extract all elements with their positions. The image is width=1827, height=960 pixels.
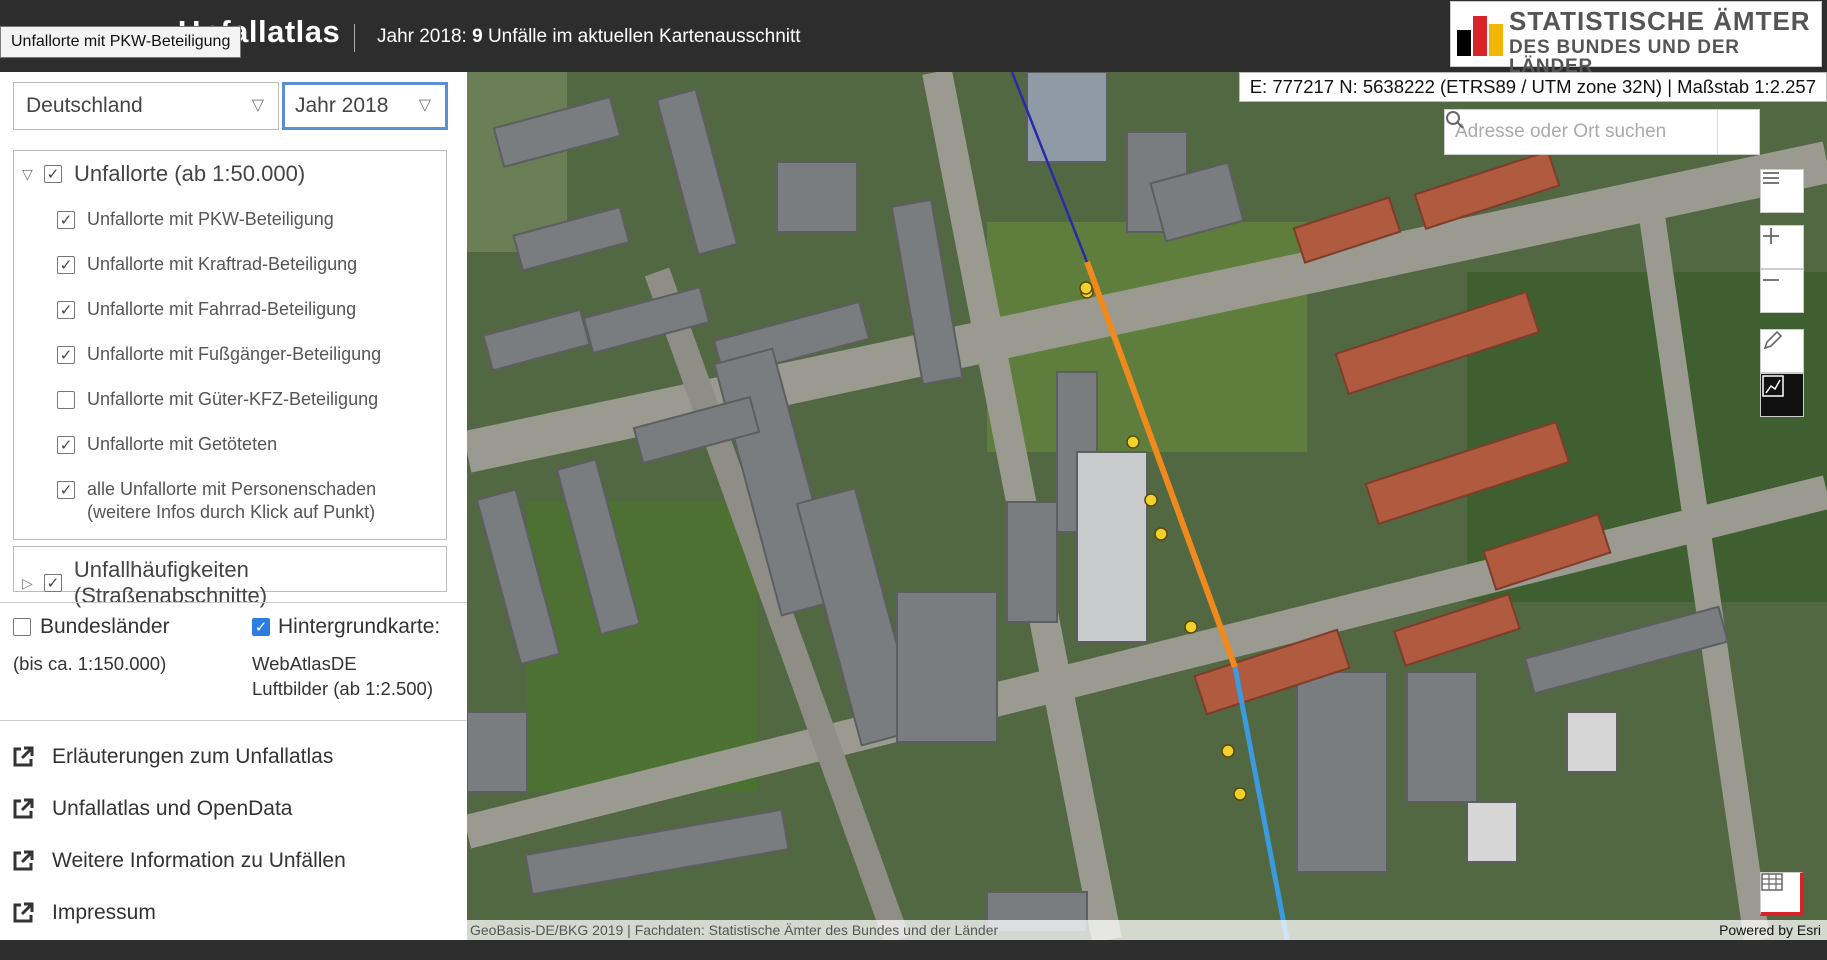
layer-item-sublabel: (weitere Infos durch Klick auf Punkt) <box>87 502 376 522</box>
plus-icon <box>1763 228 1779 244</box>
checkbox[interactable]: ✓ <box>252 618 270 636</box>
basemap-label: Hintergrundkarte: <box>278 615 441 638</box>
layer-group-header[interactable]: ▽ ✓ Unfallorte (ab 1:50.000) <box>22 161 305 187</box>
accident-summary: Jahr 2018: 9 Unfälle im aktuellen Karten… <box>377 26 801 48</box>
states-label: Bundesländer <box>40 615 170 638</box>
zoom-out-button[interactable] <box>1760 269 1804 313</box>
year-prefix: Jahr 2018: <box>377 26 467 47</box>
minus-icon <box>1763 279 1779 281</box>
link-erlaeuterungen[interactable]: Erläuterungen zum Unfallatlas <box>12 745 333 769</box>
layer-item-label: Unfallorte mit PKW-Beteiligung <box>87 209 334 229</box>
layer-item-label: Unfallorte mit Güter-KFZ-Beteiligung <box>87 389 379 409</box>
logo-line2: DES BUNDES UND DER LÄNDER <box>1509 37 1740 77</box>
states-toggle[interactable]: Bundesländer <box>13 615 170 639</box>
search-input[interactable] <box>1445 110 1717 154</box>
accident-suffix: Unfälle im aktuellen Kartenausschnitt <box>487 26 801 47</box>
collapse-triangle-icon[interactable]: ▽ <box>22 166 36 183</box>
layer-item-label: alle Unfallorte mit Personenschaden <box>87 479 377 499</box>
header-bar: Unfallatlas Jahr 2018: 9 Unfälle im aktu… <box>0 0 1827 76</box>
aerial-imagery[interactable] <box>467 72 1827 940</box>
list-icon <box>1763 172 1779 184</box>
side-panel: Deutschland ▽ Jahr 2018 ▽ ▽ ✓ Unfallorte… <box>0 72 467 940</box>
layer-list-button[interactable] <box>1760 169 1804 213</box>
header-divider <box>354 24 355 52</box>
coordinate-readout: E: 777217 N: 5638222 (ETRS89 / UTM zone … <box>1238 72 1827 102</box>
layer-item-pkw[interactable]: ✓ Unfallorte mit PKW-Beteiligung <box>57 208 334 231</box>
table-icon <box>1761 873 1783 891</box>
year-select[interactable]: Jahr 2018 ▽ <box>282 82 448 130</box>
layer-item-label: Unfallorte mit Fahrrad-Beteiligung <box>87 299 357 319</box>
group-checkbox[interactable]: ✓ <box>43 574 62 592</box>
basemap-toggle[interactable]: ✓ Hintergrundkarte: <box>252 615 440 639</box>
divider <box>0 720 467 721</box>
destatis-logo[interactable]: STATISTISCHE ÄMTER DES BUNDES UND DER LÄ… <box>1450 1 1822 76</box>
layer-group-frequency: ▷ ✓ Unfallhäufigkeiten (Straßenabschnitt… <box>13 546 447 608</box>
table-view-button[interactable] <box>1760 872 1804 916</box>
logo-bars-icon <box>1457 14 1507 56</box>
link-label: Unfallatlas und OpenData <box>52 797 293 820</box>
chevron-down-icon: ▽ <box>418 97 431 114</box>
powered-by-esri[interactable]: Powered by Esri <box>1719 920 1821 940</box>
region-select[interactable]: Deutschland ▽ <box>13 82 279 130</box>
basemap-name: WebAtlasDE <box>252 653 357 674</box>
map-attribution: GeoBasis-DE/BKG 2019 | Fachdaten: Statis… <box>467 920 1827 940</box>
layer-item-kraftrad[interactable]: ✓ Unfallorte mit Kraftrad-Beteiligung <box>57 253 357 276</box>
year-select-value: Jahr 2018 <box>295 94 389 117</box>
attribution-text: GeoBasis-DE/BKG 2019 | Fachdaten: Statis… <box>470 922 999 938</box>
link-weitere-info[interactable]: Weitere Information zu Unfällen <box>12 849 346 873</box>
divider <box>0 602 467 603</box>
checkbox[interactable]: ✓ <box>57 436 75 454</box>
layer-item-personenschaden[interactable]: ✓ alle Unfallorte mit Personenschaden (w… <box>57 478 376 524</box>
layer-item-gueter-kfz[interactable]: Unfallorte mit Güter-KFZ-Beteiligung <box>57 388 378 411</box>
layer-item-label: Unfallorte mit Fußgänger-Beteiligung <box>87 344 382 364</box>
layer-item-label: Unfallorte mit Kraftrad-Beteiligung <box>87 254 358 274</box>
checkbox[interactable]: ✓ <box>57 346 75 364</box>
measure-icon <box>1762 375 1784 397</box>
layer-item-getoetete[interactable]: ✓ Unfallorte mit Getöteten <box>57 433 277 456</box>
layer-group-label: Unfallorte (ab 1:50.000) <box>74 161 306 186</box>
layer-item-fussgaenger[interactable]: ✓ Unfallorte mit Fußgänger-Beteiligung <box>57 343 381 366</box>
layer-item-fahrrad[interactable]: ✓ Unfallorte mit Fahrrad-Beteiligung <box>57 298 356 321</box>
expand-triangle-icon[interactable]: ▷ <box>22 575 36 592</box>
states-scale-note: (bis ca. 1:150.000) <box>13 653 167 674</box>
checkbox[interactable]: ✓ <box>57 256 75 274</box>
zoom-in-button[interactable] <box>1760 225 1804 269</box>
address-search[interactable] <box>1444 109 1760 155</box>
layer-item-label: Unfallorte mit Getöteten <box>87 434 278 454</box>
link-label: Erläuterungen zum Unfallatlas <box>52 745 334 768</box>
measure-button[interactable] <box>1760 373 1804 417</box>
search-icon <box>1446 111 1464 129</box>
tooltip: Unfallorte mit PKW-Beteiligung <box>0 26 242 58</box>
checkbox[interactable]: ✓ <box>57 211 75 229</box>
draw-button[interactable] <box>1760 329 1804 373</box>
search-button[interactable] <box>1446 110 1759 154</box>
accident-count: 9 <box>472 26 483 47</box>
external-link-icon <box>13 902 34 923</box>
link-label: Weitere Information zu Unfällen <box>52 849 346 872</box>
checkbox[interactable] <box>13 618 31 636</box>
chevron-down-icon: ▽ <box>251 97 264 114</box>
region-select-value: Deutschland <box>26 94 143 117</box>
checkbox[interactable]: ✓ <box>57 481 75 499</box>
pencil-icon <box>1763 330 1783 350</box>
logo-line1: STATISTISCHE ÄMTER <box>1509 6 1811 36</box>
group-checkbox[interactable]: ✓ <box>44 165 62 183</box>
external-link-icon <box>13 850 34 871</box>
link-label: Impressum <box>52 901 156 924</box>
link-impressum[interactable]: Impressum <box>12 901 156 925</box>
basemap-scale-note: Luftbilder (ab 1:2.500) <box>252 678 434 699</box>
link-opendata[interactable]: Unfallatlas und OpenData <box>12 797 293 821</box>
layer-group-accidents: ▽ ✓ Unfallorte (ab 1:50.000) ✓ Unfallort… <box>13 150 447 540</box>
external-link-icon <box>13 798 34 819</box>
map-view[interactable]: E: 777217 N: 5638222 (ETRS89 / UTM zone … <box>467 72 1827 940</box>
checkbox[interactable] <box>57 391 75 409</box>
external-link-icon <box>13 746 34 767</box>
checkbox[interactable]: ✓ <box>57 301 75 319</box>
